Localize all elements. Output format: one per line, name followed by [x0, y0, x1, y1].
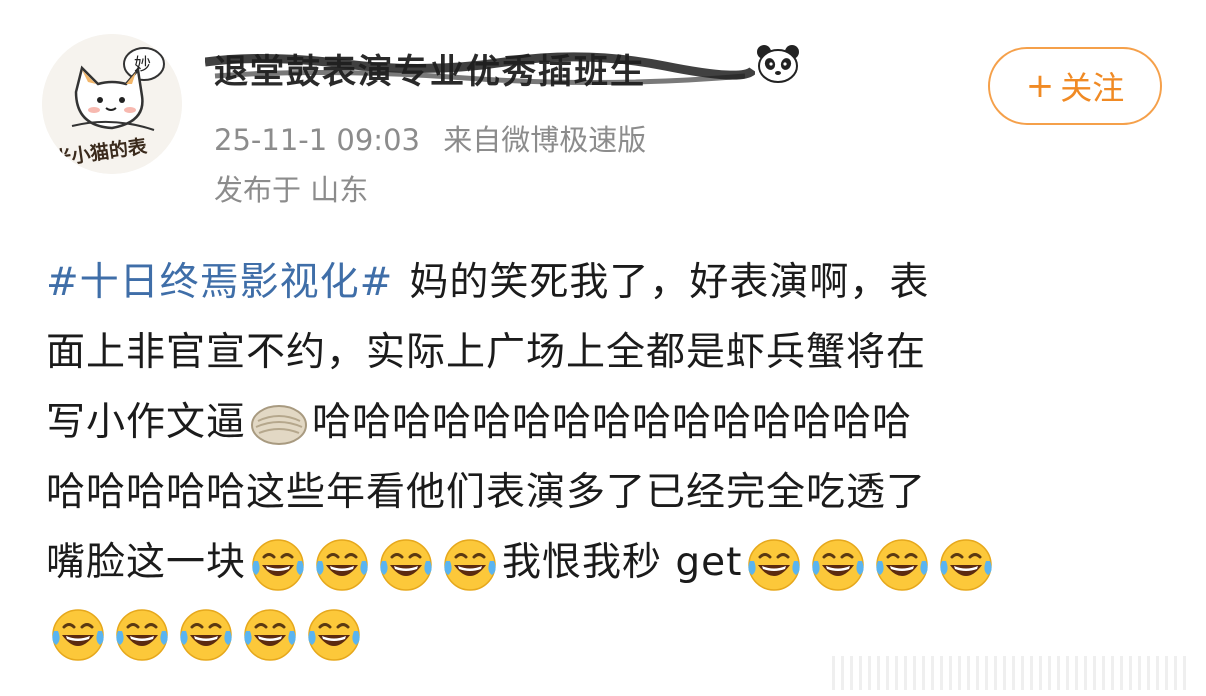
- post-line: #十日终焉影视化# 妈的笑死我了，好表演啊，表: [46, 248, 1166, 318]
- laugh-tears-emoji-icon: [50, 607, 106, 663]
- post-body: #十日终焉影视化# 妈的笑死我了，好表演啊，表 面上非官宣不约，实际上广场上全都是…: [46, 248, 1166, 668]
- post-line: 嘴脸这一块 我恨我秒 get: [46, 528, 1166, 598]
- laugh-tears-emoji-icon: [810, 537, 866, 593]
- laugh-tears-emoji-icon: [442, 537, 498, 593]
- follow-button[interactable]: + 关注: [988, 47, 1162, 125]
- post-meta: 25-11-1 09:03 来自微博极速版: [214, 117, 646, 159]
- avatar-bubble-text: 妙: [134, 55, 151, 75]
- post-source[interactable]: 来自微博极速版: [443, 123, 646, 157]
- laugh-tears-emoji-icon: [378, 537, 434, 593]
- panda-icon: [757, 45, 799, 83]
- post-line: 面上非官宣不约，实际上广场上全都是虾兵蟹将在: [46, 318, 1166, 388]
- post-line: 写小作文逼 哈哈哈哈哈哈哈哈哈哈哈哈哈哈哈: [46, 388, 1166, 458]
- post-timestamp: 25-11-1 09:03: [214, 123, 420, 157]
- post-location: 发布于 山东: [214, 173, 369, 207]
- follow-label: 关注: [1060, 69, 1125, 107]
- laugh-tears-emoji-icon: [114, 607, 170, 663]
- dumpling-emoji-icon: [250, 403, 308, 447]
- watermark: [832, 656, 1192, 690]
- laugh-tears-emoji-icon: [746, 537, 802, 593]
- post-text: 哈哈哈哈哈哈哈哈哈哈哈哈哈哈哈: [312, 400, 913, 445]
- avatar[interactable]: 米小猫的表 妙: [42, 34, 182, 174]
- laugh-tears-emoji-icon: [874, 537, 930, 593]
- post-text: 妈的笑死我了，好表演啊，表: [409, 260, 930, 305]
- laugh-tears-emoji-icon: [314, 537, 370, 593]
- laugh-tears-emoji-icon: [938, 537, 994, 593]
- laugh-tears-emoji-icon: [242, 607, 298, 663]
- redaction-scribble: [205, 52, 755, 86]
- hashtag-link[interactable]: #十日终焉影视化#: [46, 260, 393, 305]
- post-line: 哈哈哈哈哈这些年看他们表演多了已经完全吃透了: [46, 458, 1166, 528]
- laugh-tears-emoji-icon: [306, 607, 362, 663]
- post-text: 写小作文逼: [46, 400, 247, 445]
- post-text: 我恨我秒 get: [502, 540, 743, 585]
- post-text: 哈哈哈哈哈这些年看他们表演多了已经完全吃透了: [46, 470, 927, 515]
- post-text: 面上非官宣不约，实际上广场上全都是虾兵蟹将在: [46, 330, 927, 375]
- post-text: 嘴脸这一块: [46, 540, 247, 585]
- laugh-tears-emoji-icon: [178, 607, 234, 663]
- laugh-tears-emoji-icon: [250, 537, 306, 593]
- plus-icon: +: [1025, 66, 1055, 106]
